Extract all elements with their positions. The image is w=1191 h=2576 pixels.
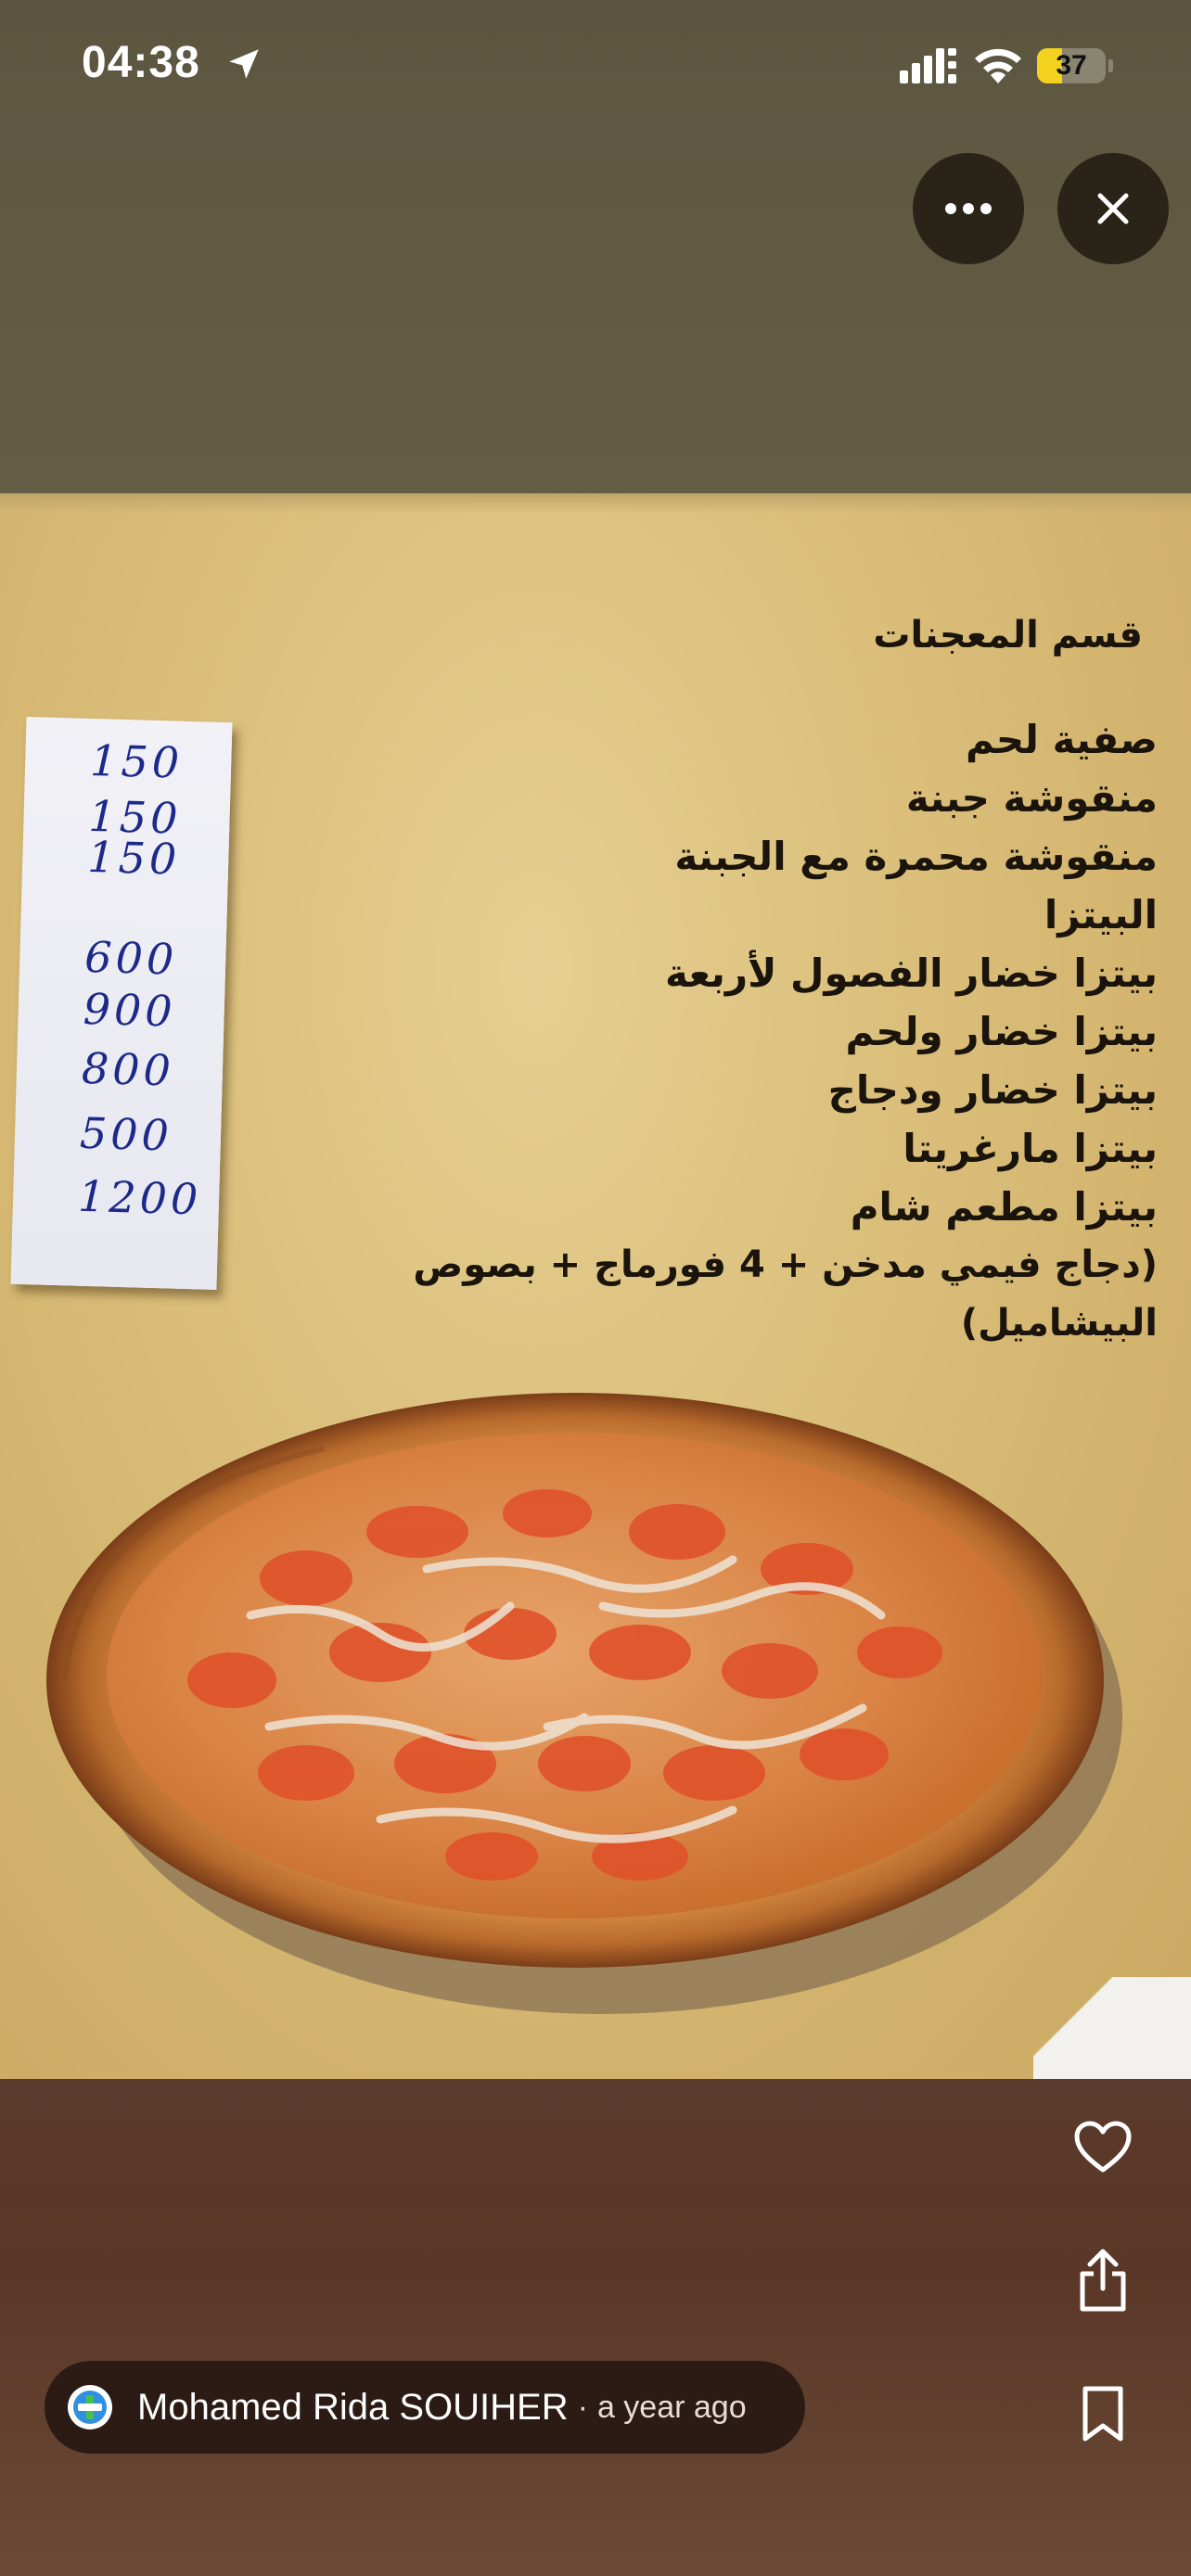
menu-photo[interactable]: 150 150 150 600 900 800 500 1200 قسم الم…	[0, 493, 1191, 2079]
save-button[interactable]	[1061, 2372, 1145, 2455]
menu-item: بيتزا خضار ولحم	[845, 1009, 1158, 1054]
price-label: 500	[79, 1107, 173, 1161]
price-label: 900	[83, 983, 177, 1037]
menu-item: بيتزا مطعم شام	[850, 1184, 1158, 1230]
pizza-image	[46, 1393, 1122, 2014]
menu-item: بيتزا خضار الفصول لأربعة	[664, 950, 1158, 996]
author-separator: ·	[577, 2389, 588, 2425]
printed-menu-text: قسم المعجنات صفية لحم منقوشة جبنة منقوشة…	[211, 614, 1158, 1353]
status-bar: 04:38 37	[0, 0, 1191, 130]
menu-item: منقوشة محمرة مع الجبنة	[674, 834, 1158, 879]
share-icon	[1080, 2249, 1126, 2312]
location-arrow-icon	[229, 49, 259, 79]
menu-section-title: قسم المعجنات	[873, 614, 1143, 657]
author-time-ago: a year ago	[596, 2389, 747, 2425]
heart-icon	[1074, 2121, 1132, 2173]
photo-edge-shadow	[0, 493, 1191, 514]
price-label: 1200	[77, 1170, 202, 1225]
photo-glare	[1033, 1977, 1191, 2079]
status-time: 04:38	[82, 38, 200, 87]
menu-item: صفية لحم	[965, 717, 1158, 762]
contributor-badge-icon	[68, 2385, 112, 2429]
handwritten-price-card: 150 150 150 600 900 800 500 1200	[10, 717, 233, 1290]
like-button[interactable]	[1061, 2105, 1145, 2188]
battery-level: 37	[1056, 50, 1087, 81]
share-button[interactable]	[1061, 2238, 1145, 2322]
close-icon	[1097, 193, 1129, 224]
close-button[interactable]	[1057, 153, 1169, 264]
bookmark-icon	[1082, 2386, 1123, 2442]
battery-body: 37	[1037, 48, 1106, 83]
wifi-icon	[975, 48, 1021, 83]
author-attribution[interactable]: Mohamed Rida SOUIHER · a year ago	[45, 2361, 805, 2454]
ellipsis-icon	[945, 203, 992, 214]
more-options-button[interactable]	[913, 153, 1024, 264]
author-name: Mohamed Rida SOUIHER	[137, 2386, 569, 2428]
background-bottom	[0, 2079, 1191, 2576]
battery-indicator: 37	[1037, 48, 1113, 83]
menu-item: البيتزا	[1044, 892, 1158, 937]
battery-cap	[1108, 59, 1113, 72]
menu-item: منقوشة جبنة	[905, 775, 1158, 821]
cellular-signal-icon	[900, 48, 956, 83]
menu-item: بيتزا مارغريتا	[903, 1126, 1158, 1171]
menu-item: بيتزا خضار ودجاج	[827, 1067, 1158, 1113]
price-label: 800	[81, 1042, 175, 1096]
menu-item-description: (دجاج فيمي مدخن + 4 فورماج + بصوص البيشا…	[413, 1243, 1158, 1345]
